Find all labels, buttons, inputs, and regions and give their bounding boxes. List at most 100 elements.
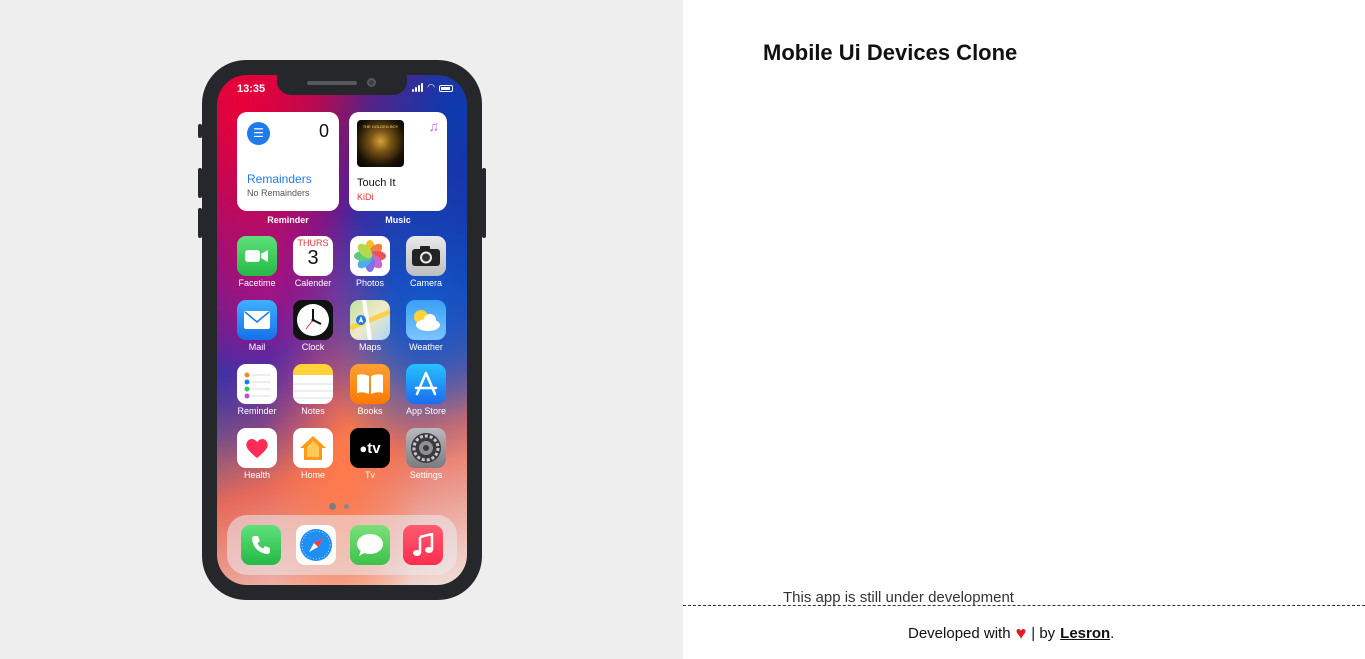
app-notes[interactable]: Notes: [285, 364, 341, 416]
maps-icon: [350, 300, 390, 340]
wifi-icon: ◠: [427, 82, 435, 92]
list-icon: ☰: [247, 122, 270, 145]
mail-icon: [237, 300, 277, 340]
phone-mockup: 13:35 ◠ ☰ 0 Remainders No Remainders Rem…: [198, 60, 486, 600]
volume-up-button: [198, 168, 202, 198]
dock-safari[interactable]: [296, 525, 336, 565]
left-pane: 13:35 ◠ ☰ 0 Remainders No Remainders Rem…: [0, 0, 683, 659]
calendar-day: 3: [307, 247, 319, 269]
status-icons: ◠: [412, 83, 453, 92]
health-icon: [237, 428, 277, 468]
clock-icon: [293, 300, 333, 340]
app-weather[interactable]: Weather: [398, 300, 454, 352]
app-label: Settings: [409, 470, 443, 480]
front-camera: [367, 78, 376, 87]
volume-down-button: [198, 208, 202, 238]
right-pane: Mobile Ui Devices Clone This app is stil…: [683, 0, 1365, 659]
power-button: [482, 168, 486, 238]
photos-icon: [350, 236, 390, 276]
song-title: Touch It: [357, 177, 396, 189]
app-label: Tv: [365, 470, 375, 480]
app-label: Home: [300, 470, 325, 480]
development-notice: This app is still under development: [783, 589, 1014, 606]
app-label: Health: [243, 470, 270, 480]
app-label: Books: [357, 406, 383, 416]
calendar-icon: THURS 3: [293, 236, 333, 276]
music-widget-label: Music: [385, 215, 411, 225]
app-books[interactable]: Books: [342, 364, 398, 416]
footer: Developed with ♥ | by Lesron.: [908, 623, 1115, 643]
dock-music[interactable]: [403, 525, 443, 565]
page-dot[interactable]: [344, 504, 349, 509]
home-icon: [293, 428, 333, 468]
settings-icon: [406, 428, 446, 468]
page-indicator[interactable]: [329, 503, 349, 510]
reminder-icon: [237, 364, 277, 404]
song-artist: KiDi: [357, 192, 374, 202]
phone-icon: [252, 536, 270, 554]
reminder-widget-label: Reminder: [267, 215, 309, 225]
heart-icon: ♥: [1015, 623, 1027, 643]
app-label: Maps: [358, 342, 381, 352]
music-note-icon: ♫: [428, 118, 440, 134]
music-widget[interactable]: THE GOLDEN BOY ♫ Touch It KiDi: [349, 112, 447, 211]
facetime-icon: [237, 236, 277, 276]
weather-icon: [406, 300, 446, 340]
page-title: Mobile Ui Devices Clone: [763, 40, 1018, 65]
app-label: Facetime: [238, 278, 276, 288]
album-text: THE GOLDEN BOY: [362, 124, 399, 129]
mute-switch: [198, 124, 202, 138]
app-home[interactable]: Home: [285, 428, 341, 480]
reminder-widget[interactable]: ☰ 0 Remainders No Remainders: [237, 112, 339, 211]
app-maps[interactable]: Maps: [342, 300, 398, 352]
app-label: Camera: [409, 278, 442, 288]
app-store-icon: [406, 364, 446, 404]
footer-suffix: .: [1110, 625, 1115, 642]
books-icon: [350, 364, 390, 404]
app-health[interactable]: Health: [229, 428, 285, 480]
app-mail[interactable]: Mail: [229, 300, 285, 352]
app-label: Photos: [355, 278, 385, 288]
notch: [277, 75, 407, 95]
reminder-title: Remainders: [247, 172, 312, 186]
camera-icon: [406, 236, 446, 276]
app-camera[interactable]: Camera: [398, 236, 454, 288]
tv-icon: ● tv: [350, 428, 390, 468]
footer-by: | by: [1031, 625, 1056, 642]
app-label: Reminder: [237, 406, 277, 416]
reminder-subtitle: No Remainders: [247, 188, 310, 198]
footer-prefix: Developed with: [908, 625, 1011, 642]
speaker: [307, 81, 357, 85]
apple-logo-icon: ●: [359, 440, 368, 456]
safari-icon: [300, 529, 332, 561]
app-calendar[interactable]: THURS 3 Calender: [285, 236, 341, 288]
dock-messages[interactable]: [350, 525, 390, 565]
page-dot-active[interactable]: [329, 503, 336, 510]
app-photos[interactable]: Photos: [342, 236, 398, 288]
tv-text: tv: [367, 439, 381, 457]
app-app-store[interactable]: App Store: [398, 364, 454, 416]
app-settings[interactable]: Settings: [398, 428, 454, 480]
app-label: Notes: [301, 406, 325, 416]
messages-icon: [357, 534, 383, 556]
album-art: THE GOLDEN BOY: [357, 120, 404, 167]
dock-phone[interactable]: [241, 525, 281, 565]
app-tv[interactable]: ● tv Tv: [342, 428, 398, 480]
app-label: Mail: [248, 342, 266, 352]
app-facetime[interactable]: Facetime: [229, 236, 285, 288]
app-clock[interactable]: Clock: [285, 300, 341, 352]
app-label: Weather: [409, 342, 443, 352]
phone-screen: 13:35 ◠ ☰ 0 Remainders No Remainders Rem…: [217, 75, 467, 585]
author-link[interactable]: Lesron: [1060, 625, 1110, 642]
music-icon: [413, 533, 434, 556]
app-reminder[interactable]: Reminder: [229, 364, 285, 416]
app-label: Calender: [294, 278, 332, 288]
status-time: 13:35: [237, 83, 266, 95]
signal-icon: [412, 83, 424, 92]
battery-icon: [439, 85, 453, 92]
app-label: App Store: [405, 406, 447, 416]
dock: [227, 515, 457, 575]
divider: [683, 605, 1365, 606]
app-label: Clock: [301, 342, 325, 352]
reminder-count: 0: [318, 121, 329, 141]
